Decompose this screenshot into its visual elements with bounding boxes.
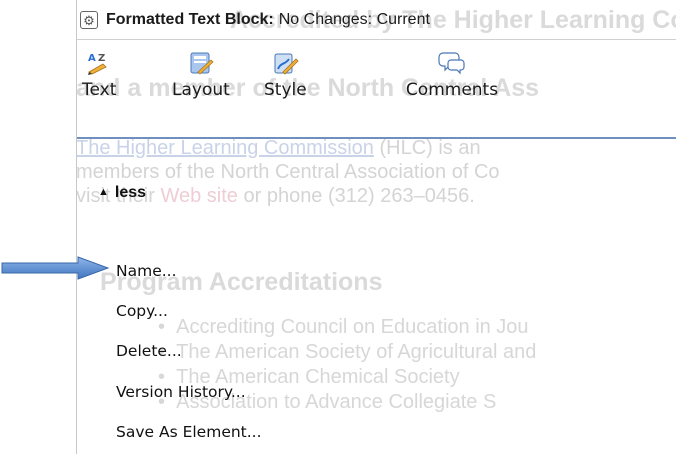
menu-item-delete[interactable]: Delete... [116, 342, 182, 360]
menu-item-name[interactable]: Name... [116, 262, 177, 280]
comment-bubbles-icon [438, 52, 465, 75]
bg-website-link: Web site [160, 185, 238, 207]
style-edit-icon [274, 53, 299, 75]
toolbar-style-label: Style [264, 80, 307, 100]
block-titlebar: ⚙ Formatted Text Block: No Changes: Curr… [80, 6, 430, 34]
bg-bullet-1: • Accrediting Council on Education in Jo… [158, 316, 529, 338]
svg-text:Z: Z [98, 53, 105, 64]
gear-icon[interactable]: ⚙ [80, 11, 98, 29]
block-status: No Changes: Current [278, 11, 430, 28]
pointer-arrow-icon [1, 256, 110, 280]
bg-paragraph-line-2: members of the North Central Association… [76, 161, 500, 183]
toolbar-layout-label: Layout [172, 80, 230, 100]
menu-item-save-as-element[interactable]: Save As Element... [116, 423, 262, 441]
text-edit-icon: A Z [88, 53, 107, 75]
titlebar-divider [77, 39, 676, 40]
less-toggle[interactable]: ▲ less [98, 184, 146, 202]
layout-edit-icon [190, 52, 214, 75]
bg-paragraph-line-1: The Higher Learning Commission (HLC) is … [76, 137, 481, 160]
bg-para3-b: or phone (312) 263–0456. [237, 185, 475, 207]
toolbar-text-label: Text [82, 80, 117, 100]
toolbar-style-button[interactable]: Style [264, 50, 307, 100]
less-label: less [114, 184, 147, 201]
bg-bullet-2: • The American Society of Agricultural a… [158, 341, 537, 363]
svg-text:A: A [88, 53, 96, 64]
toolbar-divider [77, 137, 676, 139]
collapse-triangle-icon: ▲ [98, 186, 109, 198]
toolbar-comments-button[interactable]: Comments [397, 50, 507, 100]
panel-left-edge [76, 0, 77, 454]
block-type-label: Formatted Text Block: [106, 11, 274, 28]
toolbar-comments-label: Comments [405, 80, 499, 100]
toolbar-text-button[interactable]: A Z Text [82, 50, 116, 100]
menu-item-copy[interactable]: Copy... [116, 302, 168, 320]
toolbar-layout-button[interactable]: Layout [172, 50, 230, 100]
menu-item-version-history[interactable]: Version History... [116, 383, 246, 401]
bg-hlc-link: The Higher Learning Commission [76, 137, 374, 159]
bg-para-rest: (HLC) is an [373, 137, 481, 159]
